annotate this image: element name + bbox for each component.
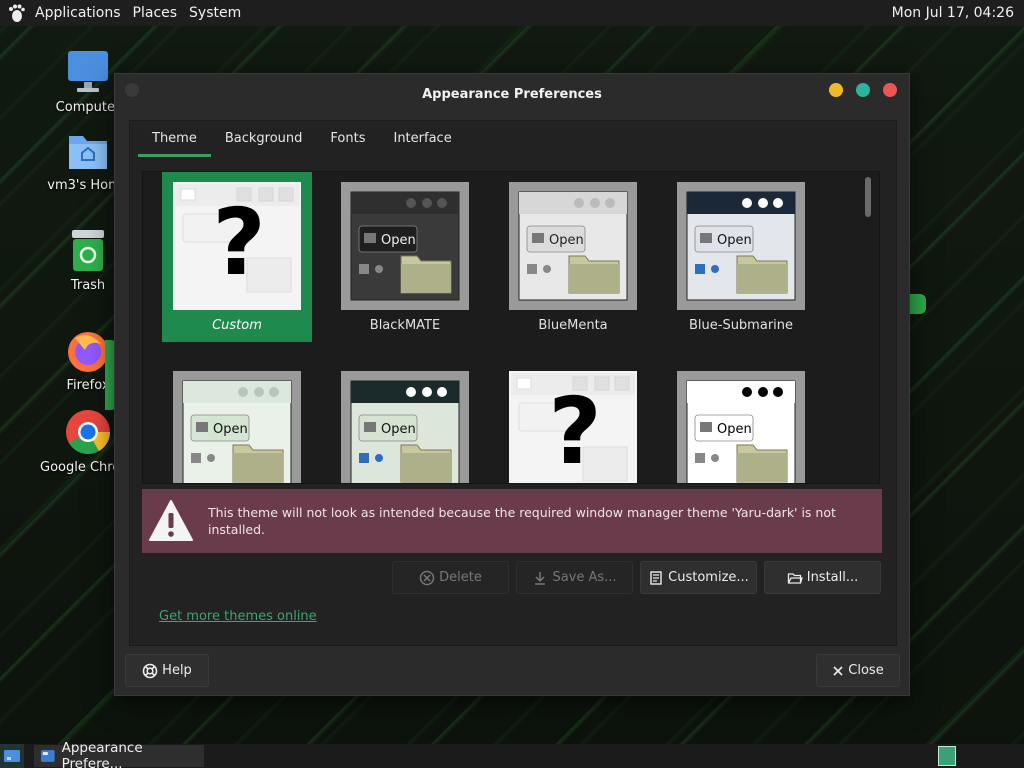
trash-icon <box>72 230 104 271</box>
taskbar-window-button[interactable]: Appearance Prefere... <box>34 740 204 768</box>
save-as-button[interactable]: Save As... <box>516 561 633 594</box>
svg-text:Open: Open <box>213 422 248 437</box>
theme-thumbnail[interactable]: ? <box>498 361 648 484</box>
theme-thumbnail[interactable]: ? Custom <box>162 172 312 342</box>
svg-text:Open: Open <box>381 422 416 437</box>
theme-preview-image: ? <box>509 371 637 484</box>
help-label: Help <box>162 663 192 678</box>
show-desktop-icon <box>4 750 20 762</box>
minimize-button[interactable] <box>829 83 843 97</box>
svg-text:Open: Open <box>381 233 416 248</box>
theme-name: BlueMenta <box>538 318 608 333</box>
help-lifebuoy-icon <box>142 663 158 678</box>
theme-name: Blue-Submarine <box>688 318 794 333</box>
theme-preview-image: Open <box>677 182 805 310</box>
delete-button[interactable]: Delete <box>392 561 509 594</box>
delete-label: Delete <box>439 570 482 585</box>
theme-thumbnail[interactable]: Open <box>330 361 480 483</box>
taskbar-window-label: Appearance Prefere... <box>61 740 143 768</box>
theme-preview-image: Open <box>509 182 637 310</box>
warning-banner: This theme will not look as intended bec… <box>142 489 882 553</box>
appearance-preferences-window: Appearance Preferences Theme Background … <box>114 73 910 696</box>
theme-thumbnail[interactable]: Open Blue-Submarine <box>666 172 816 342</box>
close-button[interactable]: Close <box>816 654 900 687</box>
top-panel: Applications Places System Mon Jul 17, 0… <box>0 0 1024 26</box>
theme-name: Custom <box>212 318 262 333</box>
theme-preview-image: ? <box>173 182 301 310</box>
close-label: Close <box>848 663 884 678</box>
home-folder-icon <box>69 136 107 169</box>
save-as-label: Save As... <box>552 570 617 585</box>
svg-text:?: ? <box>212 189 265 296</box>
tab-background[interactable]: Background <box>211 121 317 157</box>
window-close-button[interactable] <box>883 83 897 97</box>
theme-thumbnail[interactable]: Open <box>162 361 312 483</box>
tab-fonts[interactable]: Fonts <box>316 121 379 157</box>
more-themes-link[interactable]: Get more themes online <box>159 609 317 624</box>
svg-text:Open: Open <box>717 233 752 248</box>
theme-preview-image: Open <box>341 182 469 310</box>
tab-interface[interactable]: Interface <box>379 121 465 157</box>
bottom-panel: Appearance Prefere... <box>0 740 1024 768</box>
tab-theme[interactable]: Theme <box>138 121 211 157</box>
theme-preview-image: Open <box>173 371 301 483</box>
applications-menu[interactable]: Applications <box>29 0 127 26</box>
maximize-button[interactable] <box>856 83 870 97</box>
theme-thumbnail[interactable]: Open <box>666 361 816 483</box>
theme-action-buttons: Delete Save As... Customize... Install..… <box>392 561 881 594</box>
document-edit-icon <box>650 570 662 585</box>
theme-gallery[interactable]: ? Custom Open BlackMATE Open BlueMenta Open Blu… <box>142 171 880 484</box>
svg-text:Open: Open <box>549 233 584 248</box>
install-label: Install... <box>806 570 859 585</box>
theme-thumbnail[interactable]: Open BlueMenta <box>498 172 648 342</box>
window-menu-button[interactable] <box>125 83 139 97</box>
monitor-icon <box>68 51 108 92</box>
theme-thumbnail[interactable]: Open BlackMATE <box>330 172 480 342</box>
warning-icon <box>149 500 193 541</box>
window-titlebar[interactable]: Appearance Preferences <box>115 74 909 114</box>
appearance-app-icon <box>40 750 55 762</box>
tab-bar: Theme Background Fonts Interface <box>130 121 896 157</box>
close-icon <box>833 665 843 676</box>
window-title: Appearance Preferences <box>422 86 602 102</box>
help-button[interactable]: Help <box>125 654 209 687</box>
folder-open-icon <box>787 572 803 584</box>
workspace-switcher[interactable] <box>938 746 956 766</box>
chrome-icon <box>66 410 110 454</box>
panel-menu-bar: Applications Places System <box>6 0 247 26</box>
gallery-scrollbar[interactable] <box>865 177 871 217</box>
customize-button[interactable]: Customize... <box>640 561 757 594</box>
theme-name: BlackMATE <box>369 318 441 333</box>
delete-icon <box>419 570 435 585</box>
show-desktop-button[interactable] <box>0 744 24 768</box>
svg-text:?: ? <box>548 378 601 484</box>
download-icon <box>535 571 546 585</box>
preferences-content: Theme Background Fonts Interface ? Custom… <box>129 120 897 646</box>
svg-text:Open: Open <box>717 422 752 437</box>
places-menu[interactable]: Places <box>127 0 184 26</box>
theme-preview-image: Open <box>341 371 469 483</box>
system-menu[interactable]: System <box>183 0 247 26</box>
install-button[interactable]: Install... <box>764 561 881 594</box>
theme-preview-image: Open <box>677 371 805 483</box>
background-window-fragment <box>908 294 926 314</box>
customize-label: Customize... <box>668 570 749 585</box>
clock[interactable]: Mon Jul 17, 04:26 <box>892 5 1018 21</box>
warning-message: This theme will not look as intended bec… <box>208 505 836 537</box>
gnome-foot-icon[interactable] <box>6 3 26 23</box>
